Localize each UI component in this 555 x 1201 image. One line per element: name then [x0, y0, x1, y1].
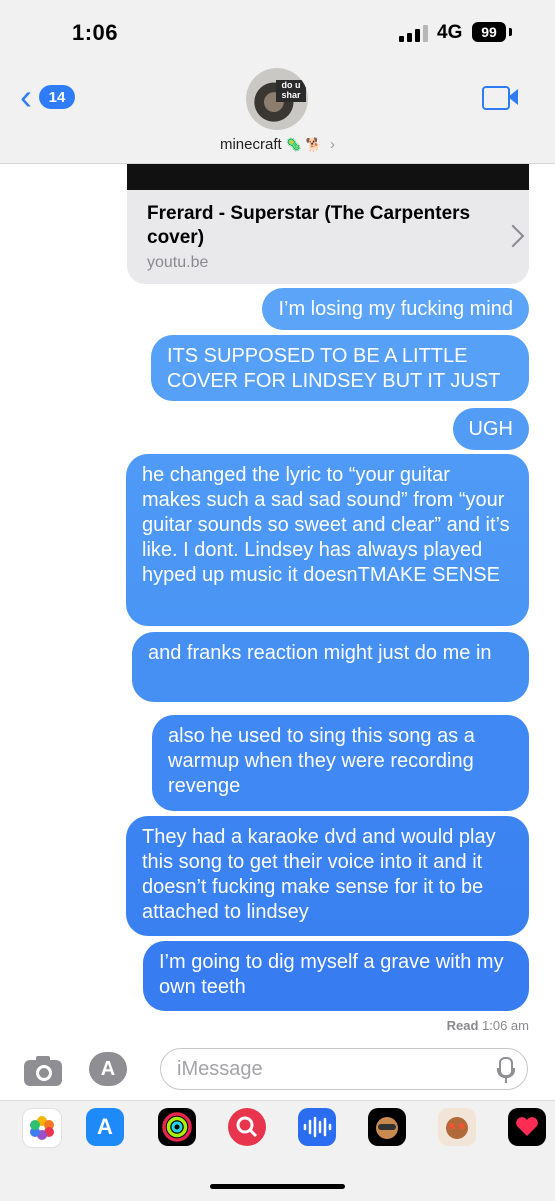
signal-icon — [399, 25, 429, 42]
unread-count-badge: 14 — [39, 85, 75, 109]
search-images-icon[interactable] — [228, 1108, 266, 1146]
appstore-icon[interactable]: A — [86, 1108, 124, 1146]
link-preview-card[interactable]: Frerard - Superstar (The Carpenters cove… — [127, 164, 529, 284]
back-button[interactable]: ‹ 14 — [20, 76, 80, 117]
avatar-meme-text: do u shar — [276, 80, 306, 102]
photos-icon[interactable] — [22, 1108, 62, 1148]
battery-icon: 99 — [472, 22, 506, 42]
chevron-right-icon: › — [330, 136, 336, 153]
chevron-left-icon: ‹ — [20, 76, 32, 117]
apps-button[interactable]: A — [89, 1052, 127, 1086]
message-input-placeholder: iMessage — [177, 1058, 263, 1080]
message-bubble[interactable]: UGH — [452, 408, 529, 450]
digital-touch-icon[interactable] — [508, 1108, 546, 1146]
message-bubble[interactable]: ITS SUPPOSED TO BE A LITTLE COVER FOR LI… — [151, 335, 529, 401]
message-bubble[interactable]: also he used to sing this song as a warm… — [152, 715, 529, 811]
message-bubble[interactable]: and franks reaction might just do me in — [132, 632, 529, 702]
link-preview-thumbnail — [127, 164, 529, 190]
camera-button[interactable] — [24, 1054, 62, 1086]
video-camera-icon — [482, 86, 510, 110]
contact-avatar[interactable]: do u shar — [246, 68, 308, 130]
link-preview-title: Frerard - Superstar (The Carpenters cove… — [147, 203, 471, 248]
read-receipt: Read 1:06 am — [446, 1018, 529, 1033]
contact-name-button[interactable]: minecraft 🦠 🐕 › — [0, 136, 555, 153]
contact-name: minecraft — [219, 136, 282, 153]
memoji-icon[interactable] — [368, 1108, 406, 1146]
message-bubble[interactable]: he changed the lyric to “your guitar mak… — [126, 454, 529, 626]
message-input[interactable]: iMessage — [160, 1048, 528, 1090]
link-preview-domain: youtu.be — [147, 254, 209, 271]
message-bubble[interactable]: I’m going to dig myself a grave with my … — [143, 941, 529, 1011]
conversation-header: 1:06 4G 99 ‹ 14 do u shar minecraft 🦠 🐕 … — [0, 0, 555, 164]
battery-tip — [509, 28, 512, 36]
app-store-icon: A — [100, 1057, 116, 1080]
chevron-right-icon — [501, 224, 525, 248]
contact-emoji: 🦠 🐕 — [285, 137, 322, 152]
activity-icon[interactable] — [158, 1108, 196, 1146]
facetime-video-button[interactable] — [482, 84, 520, 110]
home-indicator — [210, 1184, 345, 1189]
message-bubble[interactable]: They had a karaoke dvd and would play th… — [126, 816, 529, 936]
audio-icon[interactable] — [298, 1108, 336, 1146]
memoji-stickers-icon[interactable] — [438, 1108, 476, 1146]
status-time: 1:06 — [72, 20, 119, 45]
message-bubble[interactable]: I’m losing my fucking mind — [262, 288, 529, 330]
network-type: 4G — [437, 22, 463, 43]
